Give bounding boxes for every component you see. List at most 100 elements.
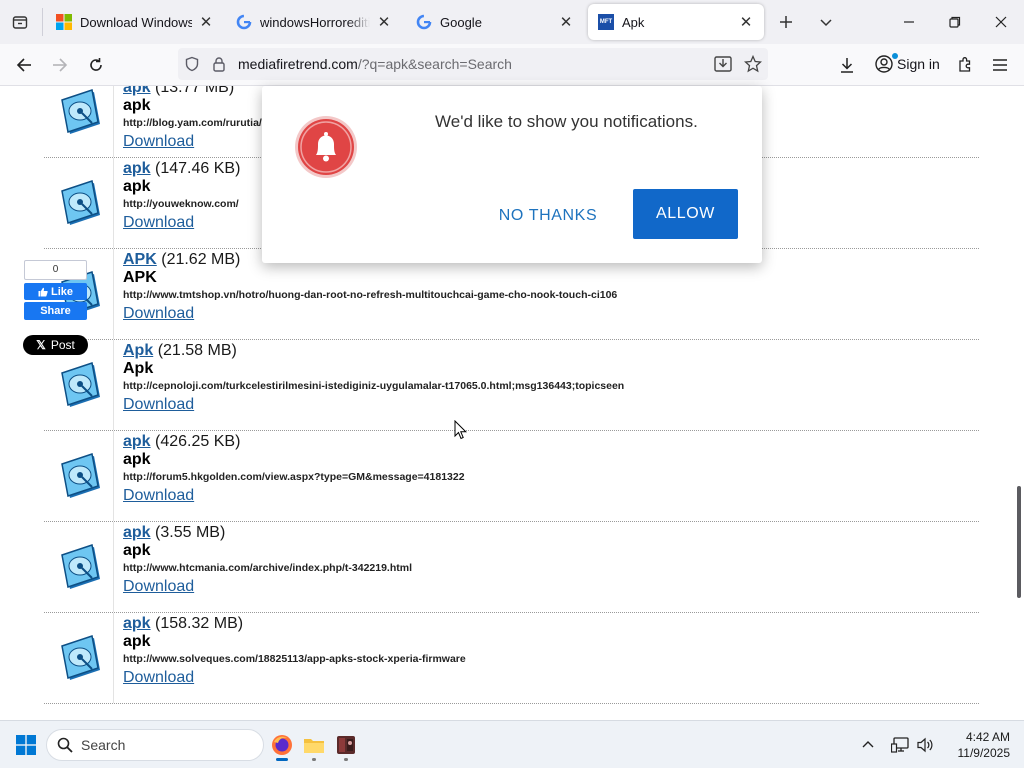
result-info: apk (147.46 KB) apk http://youweknow.com/D… xyxy=(123,160,240,233)
close-tab-icon[interactable]: ✕ xyxy=(198,14,214,31)
result-title-line: apk (426.25 KB) xyxy=(123,433,465,451)
result-row: apk (158.32 MB) apk http://www.solveques.c… xyxy=(44,613,979,704)
search-icon xyxy=(57,737,73,753)
page-scrollbar[interactable] xyxy=(1014,86,1024,720)
tab-apk[interactable]: MFT Apk ✕ xyxy=(588,4,764,40)
sign-in-label: Sign in xyxy=(897,56,940,72)
save-to-device-icon[interactable] xyxy=(714,56,732,77)
windows-logo-icon xyxy=(56,14,72,30)
result-name: apk xyxy=(123,542,151,559)
sign-in-button[interactable]: Sign in xyxy=(869,48,943,80)
taskbar-search-box[interactable]: Search xyxy=(46,729,264,761)
navigation-bar: mediafiretrend.com/?q=apk&search=Search … xyxy=(0,44,1024,86)
download-link[interactable]: Download xyxy=(123,395,624,415)
result-source-url: http://www.htcmania.com/archive/index.ph… xyxy=(123,562,413,574)
game-taskbar-icon[interactable] xyxy=(330,729,362,761)
tracking-shield-icon[interactable] xyxy=(184,56,200,77)
download-link[interactable]: Download xyxy=(123,213,240,233)
thumbs-up-icon xyxy=(38,287,48,297)
windows-start-icon[interactable] xyxy=(16,735,36,755)
result-title-link[interactable]: apk xyxy=(123,615,151,632)
result-title-link[interactable]: Apk xyxy=(123,342,153,359)
x-post-button[interactable]: 𝕏 Post xyxy=(23,335,88,355)
firefox-taskbar-icon[interactable] xyxy=(266,729,298,761)
tab-download-windows[interactable]: Download Windows 10 ✕ xyxy=(46,4,224,40)
volume-icon[interactable] xyxy=(914,733,938,757)
close-tab-icon[interactable]: ✕ xyxy=(558,14,574,31)
close-tab-icon[interactable]: ✕ xyxy=(376,14,392,31)
hard-drive-icon[interactable] xyxy=(44,431,114,521)
result-size: (21.58 MB) xyxy=(157,342,237,359)
hard-drive-icon[interactable] xyxy=(44,613,114,703)
url-path: /?q=apk&search=Search xyxy=(357,56,512,72)
download-link[interactable]: Download xyxy=(123,132,268,152)
hard-drive-icon[interactable] xyxy=(44,522,114,612)
minimize-icon[interactable] xyxy=(894,8,924,36)
result-row: apk (426.25 KB) apk http://forum5.hkgolden… xyxy=(44,431,979,522)
result-title-link[interactable]: APK xyxy=(123,251,157,268)
result-name: apk xyxy=(123,178,151,195)
menu-hamburger-icon[interactable] xyxy=(986,51,1014,79)
result-title-line: apk (147.46 KB) xyxy=(123,160,240,178)
hard-drive-icon[interactable] xyxy=(44,158,114,248)
post-label: Post xyxy=(50,338,75,352)
google-g-icon xyxy=(416,14,432,30)
result-title-link[interactable]: apk xyxy=(123,433,151,450)
download-link[interactable]: Download xyxy=(123,577,412,597)
lock-icon[interactable] xyxy=(212,56,226,77)
back-arrow-icon[interactable] xyxy=(10,51,38,79)
result-title-line: apk (3.55 MB) xyxy=(123,524,412,542)
download-link[interactable]: Download xyxy=(123,668,466,688)
download-link[interactable]: Download xyxy=(123,486,465,506)
tab-title: Download Windows 10 xyxy=(80,14,192,30)
facebook-widget: 0 Like Share xyxy=(24,260,87,322)
result-title-link[interactable]: apk xyxy=(123,160,151,177)
hard-drive-icon[interactable] xyxy=(44,86,114,157)
tab-google[interactable]: Google ✕ xyxy=(406,4,584,40)
facebook-share-button[interactable]: Share xyxy=(24,302,87,320)
bookmark-star-icon[interactable] xyxy=(743,54,763,78)
notification-permission-popup: We'd like to show you notifications. NO … xyxy=(262,86,762,263)
close-window-icon[interactable] xyxy=(986,8,1016,36)
chevron-up-icon[interactable] xyxy=(856,733,880,757)
url-text[interactable]: mediafiretrend.com/?q=apk&search=Search xyxy=(238,56,512,72)
tab-windows-horror[interactable]: windowsHorroreditio ✕ xyxy=(226,4,402,40)
scrollbar-thumb[interactable] xyxy=(1017,486,1021,598)
like-count: 0 xyxy=(24,260,87,280)
chevron-down-icon[interactable] xyxy=(812,8,840,36)
tab-list-icon[interactable] xyxy=(8,10,32,34)
allow-button[interactable]: ALLOW xyxy=(633,189,738,239)
result-size: (147.46 KB) xyxy=(155,160,241,177)
download-link[interactable]: Download xyxy=(123,304,617,324)
result-size: (426.25 KB) xyxy=(155,433,241,450)
result-title-line: apk (13.77 MB) xyxy=(123,86,268,97)
network-icon[interactable] xyxy=(888,733,912,757)
downloads-icon[interactable] xyxy=(833,51,861,79)
result-name: apk xyxy=(123,451,151,468)
result-title-line: Apk (21.58 MB) xyxy=(123,342,624,360)
reload-icon[interactable] xyxy=(82,51,110,79)
result-name: Apk xyxy=(123,360,154,377)
result-info: apk (3.55 MB) apk http://www.htcmania.com/… xyxy=(123,524,412,597)
result-source-url: http://youweknow.com/ xyxy=(123,198,239,210)
result-title-link[interactable]: apk xyxy=(123,86,151,96)
extensions-icon[interactable] xyxy=(951,51,979,79)
facebook-like-button[interactable]: Like xyxy=(24,283,87,300)
bell-icon xyxy=(294,115,358,179)
system-clock[interactable]: 4:42 AM 11/9/2025 xyxy=(938,729,1011,761)
no-thanks-button[interactable]: NO THANKS xyxy=(488,202,608,230)
mouse-cursor-icon xyxy=(454,419,468,440)
file-explorer-taskbar-icon[interactable] xyxy=(298,729,330,761)
restore-icon[interactable] xyxy=(940,8,970,36)
search-label: Search xyxy=(81,737,126,753)
account-icon xyxy=(875,55,893,73)
result-title-link[interactable]: apk xyxy=(123,524,151,541)
open-app-indicator xyxy=(312,758,316,761)
x-logo-icon: 𝕏 xyxy=(36,338,46,352)
address-bar[interactable]: mediafiretrend.com/?q=apk&search=Search xyxy=(178,48,768,80)
forward-arrow-icon[interactable] xyxy=(46,51,74,79)
new-tab-icon[interactable] xyxy=(772,8,800,36)
result-row: apk (3.55 MB) apk http://www.htcmania.com/… xyxy=(44,522,979,613)
close-tab-icon[interactable]: ✕ xyxy=(738,14,754,31)
result-source-url: http://www.solveques.com/18825113/app-ap… xyxy=(123,653,466,665)
